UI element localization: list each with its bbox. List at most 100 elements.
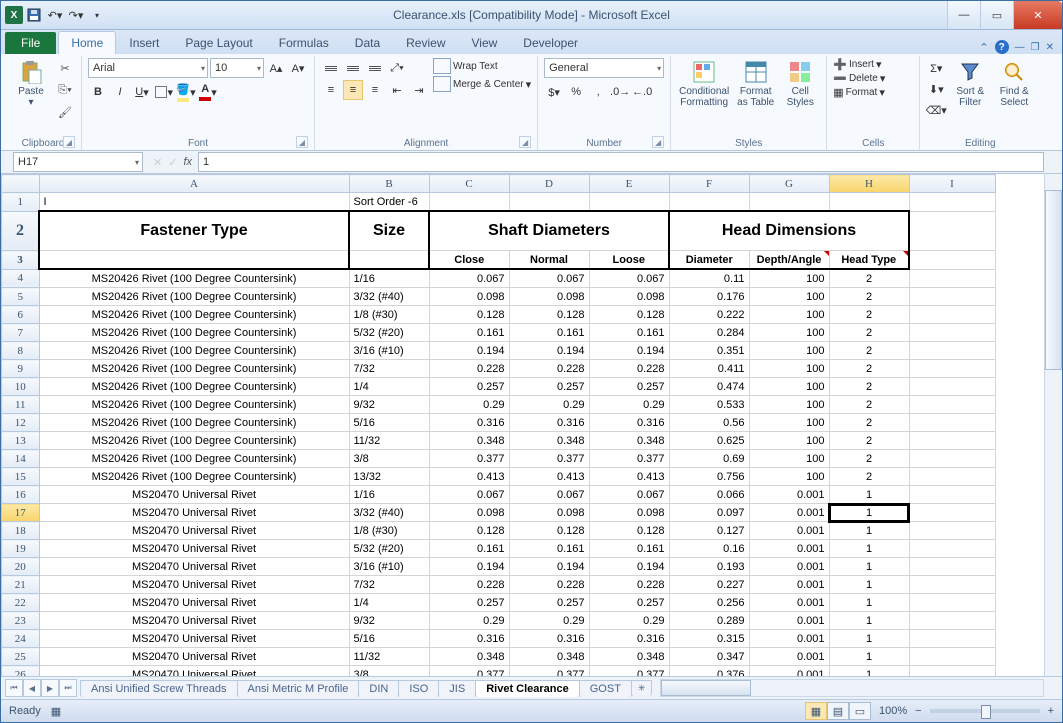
row-header[interactable]: 3 bbox=[2, 251, 40, 270]
col-header-F[interactable]: F bbox=[669, 175, 749, 193]
cell-styles-button[interactable]: CellStyles bbox=[780, 58, 820, 110]
format-painter-icon[interactable]: 🖌 bbox=[55, 102, 75, 122]
sheet-tab[interactable]: ISO bbox=[398, 680, 439, 697]
row-header[interactable]: 19 bbox=[2, 540, 40, 558]
row-header[interactable]: 18 bbox=[2, 522, 40, 540]
workbook-close-icon[interactable]: ✕ bbox=[1046, 42, 1054, 53]
select-all-corner[interactable] bbox=[2, 175, 40, 193]
sheet-nav-first-icon[interactable]: ⏮ bbox=[5, 679, 23, 697]
excel-icon[interactable]: X bbox=[5, 6, 23, 24]
row-header[interactable]: 14 bbox=[2, 450, 40, 468]
page-break-view-icon[interactable]: ▭ bbox=[849, 702, 871, 720]
zoom-value[interactable]: 100% bbox=[879, 705, 907, 717]
view-tab[interactable]: View bbox=[459, 31, 511, 54]
maximize-button[interactable]: ▭ bbox=[980, 1, 1013, 29]
insert-cells-button[interactable]: ➕Insert▾ bbox=[833, 58, 885, 71]
row-header[interactable]: 8 bbox=[2, 342, 40, 360]
zoom-slider[interactable] bbox=[930, 709, 1040, 713]
row-header[interactable]: 5 bbox=[2, 288, 40, 306]
macro-record-icon[interactable]: ▦ bbox=[51, 705, 61, 718]
sheet-tab[interactable]: Ansi Metric M Profile bbox=[237, 680, 360, 697]
wrap-text-icon[interactable] bbox=[433, 58, 451, 74]
sheet-nav-next-icon[interactable]: ▶ bbox=[41, 679, 59, 697]
cancel-formula-icon[interactable]: ✕ bbox=[153, 156, 162, 169]
align-top-icon[interactable] bbox=[321, 58, 341, 78]
increase-font-icon[interactable]: A▴ bbox=[266, 58, 286, 78]
bold-button[interactable]: B bbox=[88, 82, 108, 102]
format-cells-button[interactable]: ▦Format▾ bbox=[833, 86, 885, 99]
autosum-icon[interactable]: Σ▾ bbox=[926, 58, 946, 78]
row-header[interactable]: 12 bbox=[2, 414, 40, 432]
redo-icon[interactable]: ↷▾ bbox=[66, 5, 86, 25]
decrease-indent-icon[interactable]: ⇤ bbox=[387, 80, 407, 100]
font-dialog-icon[interactable]: ◢ bbox=[296, 136, 308, 148]
row-header[interactable]: 24 bbox=[2, 630, 40, 648]
formulas-tab[interactable]: Formulas bbox=[266, 31, 342, 54]
save-icon[interactable] bbox=[24, 5, 44, 25]
enter-formula-icon[interactable]: ✓ bbox=[168, 156, 177, 169]
decrease-font-icon[interactable]: A▾ bbox=[288, 58, 308, 78]
col-header-G[interactable]: G bbox=[749, 175, 829, 193]
vertical-scrollbar[interactable] bbox=[1044, 174, 1062, 676]
percent-format-icon[interactable]: % bbox=[566, 82, 586, 102]
cut-icon[interactable]: ✂ bbox=[55, 58, 75, 78]
increase-indent-icon[interactable]: ⇥ bbox=[409, 80, 429, 100]
help-icon[interactable]: ? bbox=[995, 40, 1009, 54]
align-left-icon[interactable]: ≡ bbox=[321, 80, 341, 100]
merge-center-icon[interactable] bbox=[433, 76, 451, 92]
number-format-combo[interactable]: General bbox=[544, 58, 664, 78]
minimize-button[interactable]: — bbox=[947, 1, 980, 29]
name-box[interactable]: H17 bbox=[13, 152, 143, 172]
row-header[interactable]: 1 bbox=[2, 193, 40, 212]
underline-button[interactable]: U▾ bbox=[132, 82, 152, 102]
align-bottom-icon[interactable] bbox=[365, 58, 385, 78]
clipboard-dialog-icon[interactable]: ◢ bbox=[63, 136, 75, 148]
col-header-B[interactable]: B bbox=[349, 175, 429, 193]
normal-view-icon[interactable]: ▦ bbox=[805, 702, 827, 720]
file-tab[interactable]: File bbox=[5, 32, 56, 54]
row-header[interactable]: 13 bbox=[2, 432, 40, 450]
row-header[interactable]: 11 bbox=[2, 396, 40, 414]
row-header[interactable]: 23 bbox=[2, 612, 40, 630]
font-color-button[interactable]: A▾ bbox=[198, 82, 218, 102]
comma-format-icon[interactable]: , bbox=[588, 82, 608, 102]
sheet-tab[interactable]: Ansi Unified Screw Threads bbox=[80, 680, 238, 697]
horizontal-scrollbar[interactable] bbox=[660, 679, 1044, 697]
page-layout-tab[interactable]: Page Layout bbox=[172, 31, 265, 54]
insert-tab[interactable]: Insert bbox=[116, 31, 172, 54]
row-header[interactable]: 2 bbox=[2, 211, 40, 251]
clear-icon[interactable]: ⌫▾ bbox=[926, 100, 946, 120]
row-header[interactable]: 6 bbox=[2, 306, 40, 324]
home-tab[interactable]: Home bbox=[58, 31, 116, 54]
align-right-icon[interactable]: ≡ bbox=[365, 80, 385, 100]
find-select-button[interactable]: Find &Select bbox=[994, 58, 1034, 110]
col-header-C[interactable]: C bbox=[429, 175, 509, 193]
italic-button[interactable]: I bbox=[110, 82, 130, 102]
conditional-formatting-button[interactable]: ConditionalFormatting bbox=[677, 58, 731, 110]
fx-icon[interactable]: fx bbox=[183, 156, 192, 169]
workbook-minimize-icon[interactable]: — bbox=[1015, 42, 1025, 53]
developer-tab[interactable]: Developer bbox=[510, 31, 591, 54]
row-header[interactable]: 16 bbox=[2, 486, 40, 504]
minimize-ribbon-icon[interactable]: ⌃ bbox=[979, 41, 988, 54]
row-header[interactable]: 10 bbox=[2, 378, 40, 396]
row-header[interactable]: 15 bbox=[2, 468, 40, 486]
col-header-A[interactable]: A bbox=[39, 175, 349, 193]
row-header[interactable]: 21 bbox=[2, 576, 40, 594]
sheet-tab[interactable]: GOST bbox=[579, 680, 632, 697]
page-layout-view-icon[interactable]: ▤ bbox=[827, 702, 849, 720]
sheet-nav-prev-icon[interactable]: ◀ bbox=[23, 679, 41, 697]
row-header[interactable]: 7 bbox=[2, 324, 40, 342]
decrease-decimal-icon[interactable]: ←.0 bbox=[632, 82, 652, 102]
active-cell[interactable]: 1 bbox=[829, 504, 909, 522]
alignment-dialog-icon[interactable]: ◢ bbox=[519, 136, 531, 148]
copy-icon[interactable]: ⎘▾ bbox=[55, 80, 75, 100]
row-header[interactable]: 22 bbox=[2, 594, 40, 612]
col-header-E[interactable]: E bbox=[589, 175, 669, 193]
formula-bar[interactable]: 1 bbox=[198, 152, 1044, 172]
row-header[interactable]: 4 bbox=[2, 269, 40, 288]
sheet-nav-last-icon[interactable]: ⏭ bbox=[59, 679, 77, 697]
sheet-tab[interactable]: DIN bbox=[358, 680, 399, 697]
increase-decimal-icon[interactable]: .0→ bbox=[610, 82, 630, 102]
col-header-D[interactable]: D bbox=[509, 175, 589, 193]
